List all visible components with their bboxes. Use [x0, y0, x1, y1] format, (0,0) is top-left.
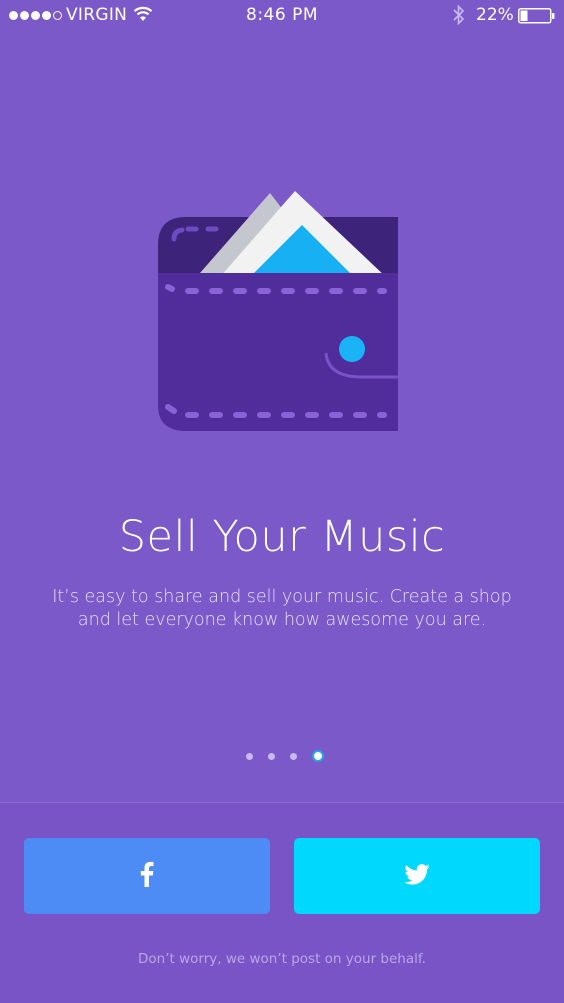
page-description: It’s easy to share and sell your music. … [52, 587, 512, 630]
facebook-login-button[interactable] [24, 838, 270, 914]
battery-icon [518, 8, 556, 29]
page-indicator[interactable] [0, 750, 564, 762]
page-dot-2[interactable] [268, 752, 275, 760]
twitter-icon [404, 863, 430, 889]
battery-percentage: 22% [476, 5, 514, 25]
disclaimer-text: Don’t worry, we won’t post on your behal… [138, 951, 426, 967]
twitter-login-button[interactable] [294, 838, 540, 914]
auth-panel: Don’t worry, we won’t post on your behal… [0, 802, 564, 1003]
wallet-illustration [150, 185, 410, 445]
bluetooth-icon [452, 4, 466, 30]
page-title: Sell Your Music [118, 512, 446, 562]
status-bar: VIRGIN 8:46 PM 22% [0, 0, 564, 32]
page-dot-1[interactable] [246, 752, 253, 760]
page-dot-4-active[interactable] [312, 750, 324, 762]
facebook-icon [140, 861, 154, 891]
page-dot-3[interactable] [290, 752, 297, 760]
